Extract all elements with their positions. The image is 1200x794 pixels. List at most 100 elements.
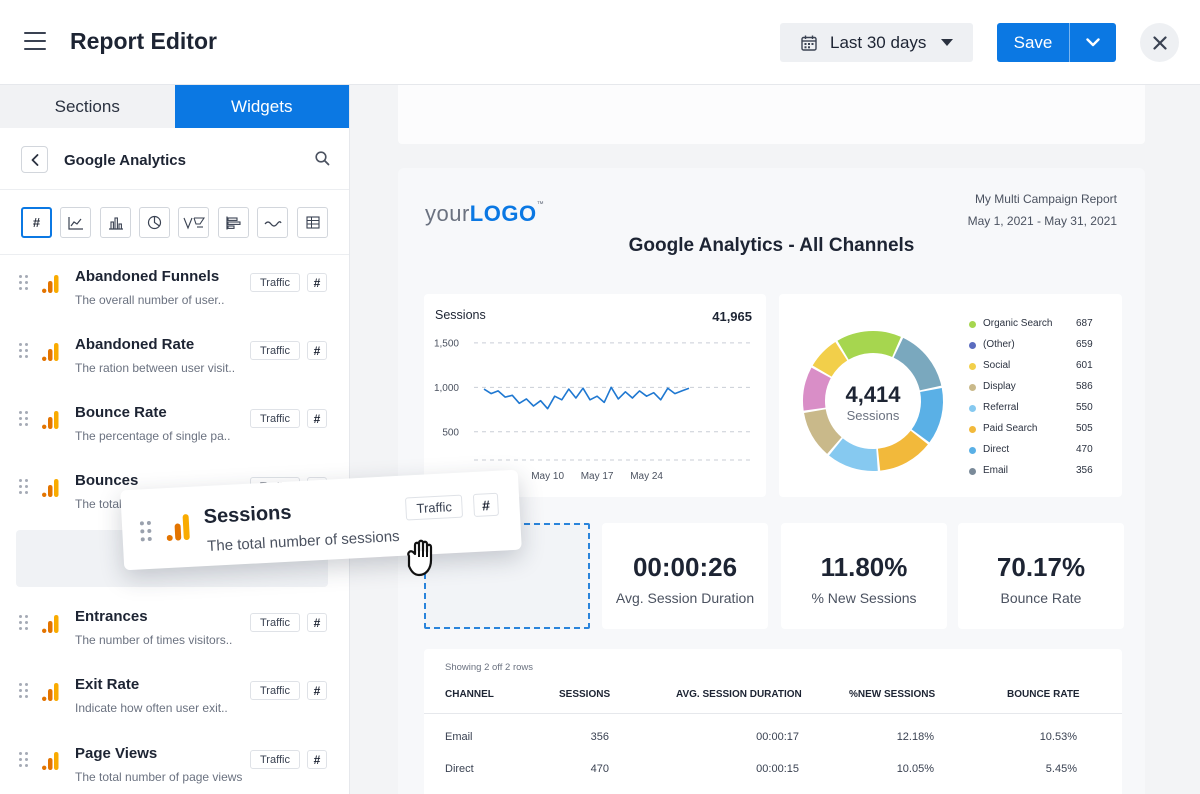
kpi-new-sessions[interactable]: 11.80% % New Sessions (781, 523, 947, 629)
legend-swatch (969, 447, 976, 454)
category-chip: Traffic (250, 681, 300, 700)
drag-handle-icon[interactable] (139, 520, 153, 542)
legend-value: 687 (1076, 318, 1093, 329)
metric-name: Exit Rate (75, 676, 140, 693)
tab-sections[interactable]: Sections (0, 85, 175, 128)
date-range-dropdown[interactable]: Last 30 days (780, 23, 973, 62)
metric-name: Abandoned Funnels (75, 268, 220, 285)
number-type-chip: # (307, 341, 327, 360)
drag-handle-icon[interactable] (19, 343, 29, 359)
close-button[interactable] (1140, 23, 1179, 62)
chart-total: 41,965 (712, 309, 752, 324)
menu-icon[interactable] (24, 32, 46, 50)
channel-table-widget[interactable]: Showing 2 off 2 rows CHANNEL SESSIONS AV… (424, 649, 1122, 794)
drag-handle-icon[interactable] (19, 683, 29, 699)
sidebar-tabs: Sections Widgets (0, 85, 349, 128)
close-icon (1152, 35, 1167, 50)
page-title: Report Editor (70, 28, 217, 54)
sessions-donut-chart-widget[interactable]: 4,414 Sessions Organic Search 687 (Other) 6… (779, 294, 1122, 497)
save-button[interactable]: Save (997, 23, 1069, 62)
kpi-bounce-rate[interactable]: 70.17% Bounce Rate (958, 523, 1124, 629)
google-analytics-icon (166, 514, 190, 541)
legend-value: 470 (1076, 444, 1093, 455)
drag-handle-icon[interactable] (19, 479, 29, 495)
legend-item: Referral 550 (969, 402, 1129, 416)
metric-description: The ration between user visit.. (75, 361, 236, 375)
metric-name: Entrances (75, 608, 148, 625)
metric-item[interactable]: Abandoned Rate The ration between user vi… (0, 321, 349, 389)
category-chip: Traffic (250, 613, 300, 632)
search-icon (315, 151, 330, 166)
number-widget-type[interactable]: # (21, 207, 52, 238)
donut-slice (877, 430, 928, 471)
funnel-chart-type[interactable] (178, 207, 209, 238)
donut-slice (803, 367, 832, 411)
chevron-down-icon (1086, 38, 1100, 47)
donut-slice (893, 337, 942, 391)
save-options-button[interactable] (1069, 23, 1116, 62)
google-analytics-icon (42, 343, 59, 361)
legend-item: Social 601 (969, 360, 1129, 374)
bar-chart-icon (108, 216, 123, 230)
legend-item: Direct 470 (969, 444, 1129, 458)
kpi-label: Avg. Session Duration (615, 590, 755, 606)
legend-swatch (969, 384, 976, 391)
report-date-range: May 1, 2021 - May 31, 2021 (967, 214, 1117, 228)
kpi-value: 00:00:26 (632, 552, 738, 582)
metric-item[interactable]: Page Views The total number of page views… (0, 730, 349, 794)
previous-section-block (398, 85, 1145, 144)
back-button[interactable] (21, 146, 48, 173)
section-title: Google Analytics - All Channels (628, 235, 915, 256)
legend-swatch (969, 363, 976, 370)
google-analytics-icon (42, 752, 59, 770)
metric-item[interactable]: Exit Rate Indicate how often user exit.. T… (0, 661, 349, 729)
donut-slice (804, 408, 842, 454)
metric-description: The percentage of single pa.. (75, 429, 231, 443)
widget-type-filter: # (0, 190, 349, 255)
chart-title: Sessions (435, 308, 486, 322)
table-header: CHANNEL (445, 689, 494, 700)
line-chart-type[interactable] (60, 207, 91, 238)
legend-label: Direct (983, 444, 1010, 455)
donut-slice (837, 331, 901, 360)
calendar-icon (801, 35, 817, 51)
google-analytics-icon (42, 683, 59, 701)
dragged-widget-name: Sessions (203, 501, 292, 529)
legend-label: Referral (983, 402, 1019, 413)
metric-item[interactable]: Bounce Rate The percentage of single pa..… (0, 389, 349, 457)
number-type-chip: # (307, 409, 327, 428)
legend-value: 601 (1076, 360, 1093, 371)
number-type-chip: # (307, 681, 327, 700)
pie-chart-type[interactable] (139, 207, 170, 238)
legend-swatch (969, 321, 976, 328)
horizontal-bar-type[interactable] (218, 207, 249, 238)
number-type-chip: # (307, 613, 327, 632)
google-analytics-icon (42, 479, 59, 497)
drag-handle-icon[interactable] (19, 275, 29, 291)
metric-item[interactable]: Entrances The number of times visitors.. T… (0, 593, 349, 661)
metric-name: Bounce Rate (75, 404, 167, 421)
metric-item[interactable]: Abandoned Funnels The overall number of u… (0, 253, 349, 321)
metric-description: The total number of page views (75, 770, 243, 784)
search-button[interactable] (315, 151, 330, 171)
x-tick-label: May 10 (531, 471, 564, 482)
legend-item: Paid Search 505 (969, 423, 1129, 437)
legend-swatch (969, 468, 976, 475)
drag-handle-icon[interactable] (19, 411, 29, 427)
kpi-value: 11.80% (820, 552, 908, 582)
sessions-line-chart-widget[interactable]: Sessions 41,965 500 1,000 1,500 May 10 May 1… (424, 294, 766, 497)
y-tick-label: 1,000 (434, 383, 459, 394)
kpi-avg-session-duration[interactable]: 00:00:26 Avg. Session Duration (602, 523, 768, 629)
sparkline-type[interactable] (257, 207, 288, 238)
company-logo: yourLOGO™ (425, 201, 545, 226)
drag-handle-icon[interactable] (19, 615, 29, 631)
legend-item: (Other) 659 (969, 339, 1129, 353)
table-type[interactable] (297, 207, 328, 238)
drag-handle-icon[interactable] (19, 752, 29, 768)
y-tick-label: 500 (442, 427, 459, 438)
metric-description: The total (75, 497, 122, 511)
tab-widgets[interactable]: Widgets (174, 85, 349, 128)
category-chip: Traffic (250, 341, 300, 360)
bar-chart-type[interactable] (100, 207, 131, 238)
legend-value: 356 (1076, 465, 1093, 476)
